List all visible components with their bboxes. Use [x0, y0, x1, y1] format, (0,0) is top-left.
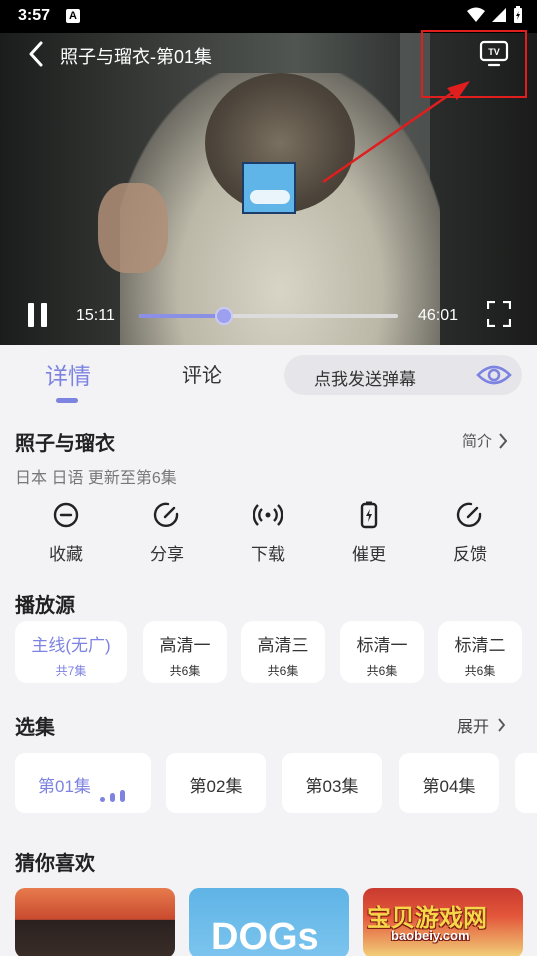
source-item[interactable]: 高清一 共6集: [143, 621, 227, 683]
source-item[interactable]: 标清一 共6集: [340, 621, 424, 683]
status-bar: 3:57 A: [0, 0, 537, 33]
progress-bar[interactable]: [139, 307, 398, 325]
source-list: 主线(无广) 共7集 高清一 共6集 高清三 共6集 标清一 共6集 标清二 共…: [15, 621, 537, 685]
intro-link[interactable]: 简介: [462, 430, 508, 451]
fullscreen-button[interactable]: [486, 300, 512, 328]
tab-indicator: [56, 398, 78, 403]
episode-list: 第01集 第02集 第03集 第04集: [15, 753, 537, 813]
expand-label: 展开: [457, 719, 490, 736]
sources-title: 播放源: [15, 595, 75, 617]
video-controls: 15:11 46:01: [0, 295, 537, 335]
chevron-right-icon: [498, 718, 506, 732]
favorite-button[interactable]: 收藏: [31, 500, 101, 565]
recommend-card[interactable]: [15, 888, 175, 956]
watermark-url: baobeiy.com: [391, 928, 470, 943]
system-icons: [467, 6, 523, 24]
annotation-highlight-box: [421, 30, 527, 98]
download-button[interactable]: 下载: [233, 500, 303, 565]
danmu-placeholder: 点我发送弹幕: [314, 370, 416, 389]
wifi-icon: [467, 7, 485, 22]
source-item[interactable]: 高清三 共6集: [241, 621, 325, 683]
episode-item[interactable]: 第04集: [399, 753, 499, 813]
notification-badge: A: [66, 9, 80, 23]
feedback-icon: [456, 502, 482, 527]
expand-link[interactable]: 展开: [457, 713, 506, 737]
source-item[interactable]: 标清二 共6集: [438, 621, 522, 683]
recommend-title: 猜你喜欢: [15, 853, 95, 875]
total-time: 46:01: [418, 307, 459, 324]
intro-label: 简介: [462, 433, 493, 450]
progress-knob[interactable]: [215, 307, 234, 325]
urge-update-button[interactable]: 催更: [334, 500, 404, 565]
chevron-left-icon: [29, 41, 43, 67]
video-title: 照子与瑠衣-第01集: [60, 47, 213, 67]
episode-item[interactable]: 第03集: [282, 753, 382, 813]
fullscreen-icon: [486, 300, 512, 328]
download-signal-icon: [253, 504, 283, 526]
danmu-input[interactable]: 点我发送弹幕: [284, 355, 522, 395]
cartoon-sticker: [242, 162, 296, 214]
chevron-right-icon: [499, 432, 508, 449]
feedback-button[interactable]: 反馈: [435, 500, 505, 565]
current-time: 15:11: [76, 307, 115, 324]
episode-item[interactable]: [515, 753, 537, 813]
source-item[interactable]: 主线(无广) 共7集: [15, 621, 127, 683]
signal-icon: [492, 8, 506, 22]
progress-fill: [139, 314, 225, 318]
share-icon: [153, 502, 179, 527]
back-button[interactable]: [22, 39, 50, 69]
eye-icon[interactable]: [476, 361, 512, 389]
recommend-list: DOGs 宝贝游戏网 baobeiy.com: [0, 888, 537, 956]
minus-circle-icon: [53, 502, 79, 528]
tab-bar: 详情 评论 点我发送弹幕: [0, 345, 537, 409]
battery-bolt-icon: [360, 501, 378, 529]
show-meta: 日本 日语 更新至第6集: [15, 470, 177, 487]
share-button[interactable]: 分享: [132, 500, 202, 565]
episode-item[interactable]: 第01集: [15, 753, 151, 813]
recommend-card[interactable]: 宝贝游戏网 baobeiy.com: [363, 888, 523, 956]
pause-button[interactable]: [26, 303, 50, 329]
tab-details[interactable]: 详情: [45, 357, 91, 391]
status-time: 3:57: [18, 7, 51, 24]
tab-comments[interactable]: 评论: [182, 359, 222, 388]
episode-item[interactable]: 第02集: [166, 753, 266, 813]
episodes-title: 选集: [15, 717, 55, 739]
battery-icon: [514, 6, 522, 23]
details-panel: 详情 评论 点我发送弹幕 照子与瑠衣 简介 日本 日语 更新至第6集 收藏 分享…: [0, 345, 537, 956]
playing-indicator-icon: [100, 790, 125, 802]
recommend-card[interactable]: DOGs: [189, 888, 349, 956]
action-row: 收藏 分享 下载 催更 反馈: [0, 500, 537, 570]
show-title: 照子与瑠衣: [15, 433, 115, 455]
